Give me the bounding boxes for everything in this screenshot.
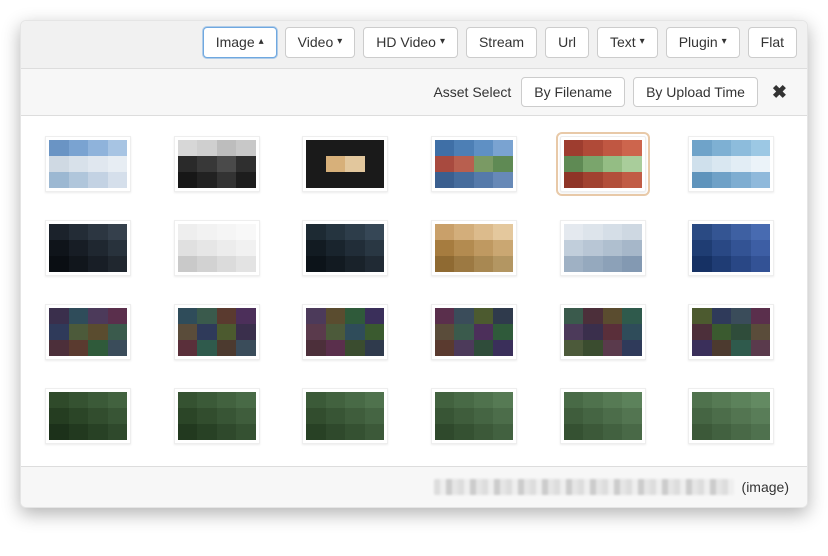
asset-thumbnail[interactable] <box>560 220 646 276</box>
tab-hd-video[interactable]: HD Video ▾ <box>363 27 458 58</box>
dialog-footer: (image) <box>21 466 807 507</box>
tab-label: Url <box>558 34 576 51</box>
close-icon[interactable]: ✖ <box>766 78 793 107</box>
asset-thumbnail[interactable] <box>302 136 388 192</box>
tab-label: Flat <box>761 34 784 51</box>
asset-thumbnail[interactable] <box>45 304 131 360</box>
caret-up-icon: ▴ <box>259 36 264 48</box>
tab-label: HD Video <box>376 34 436 51</box>
tab-image[interactable]: Image ▴ <box>203 27 277 58</box>
selected-type-suffix: (image) <box>742 479 789 495</box>
asset-thumbnail[interactable] <box>431 388 517 444</box>
asset-thumbnail[interactable] <box>560 136 646 192</box>
caret-down-icon: ▾ <box>440 36 445 48</box>
asset-thumbnail[interactable] <box>688 388 774 444</box>
tab-label: Text <box>610 34 636 51</box>
asset-thumbnail[interactable] <box>560 388 646 444</box>
sort-by-filename-button[interactable]: By Filename <box>521 77 625 107</box>
asset-dialog: Image▴Video▾HD Video▾StreamUrlText▾Plugi… <box>20 20 808 508</box>
asset-thumbnail[interactable] <box>688 304 774 360</box>
asset-thumbnail[interactable] <box>174 388 260 444</box>
tab-label: Image <box>216 34 255 51</box>
tab-plugin[interactable]: Plugin ▾ <box>666 27 740 58</box>
sort-bar: Asset Select By Filename By Upload Time … <box>21 69 807 116</box>
caret-down-icon: ▾ <box>640 36 645 48</box>
asset-thumbnail[interactable] <box>45 388 131 444</box>
asset-thumbnail[interactable] <box>302 304 388 360</box>
asset-thumbnail[interactable] <box>688 136 774 192</box>
asset-thumbnail[interactable] <box>431 220 517 276</box>
tab-flat[interactable]: Flat <box>748 27 797 58</box>
tab-label: Stream <box>479 34 524 51</box>
tab-stream[interactable]: Stream <box>466 27 537 58</box>
tab-video[interactable]: Video▾ <box>285 27 356 58</box>
tab-text[interactable]: Text ▾ <box>597 27 658 58</box>
selected-filename <box>434 479 734 495</box>
asset-thumbnail[interactable] <box>560 304 646 360</box>
asset-thumbnail[interactable] <box>174 220 260 276</box>
asset-thumbnail[interactable] <box>174 136 260 192</box>
tab-label: Plugin <box>679 34 718 51</box>
asset-thumbnail[interactable] <box>431 304 517 360</box>
asset-thumbnail[interactable] <box>174 304 260 360</box>
asset-grid <box>45 136 783 444</box>
caret-down-icon: ▾ <box>722 36 727 48</box>
asset-thumbnail[interactable] <box>688 220 774 276</box>
sort-by-upload-time-button[interactable]: By Upload Time <box>633 77 758 107</box>
asset-select-label: Asset Select <box>433 84 511 100</box>
asset-thumbnail[interactable] <box>302 388 388 444</box>
asset-thumbnail[interactable] <box>431 136 517 192</box>
media-type-tabs: Image▴Video▾HD Video▾StreamUrlText▾Plugi… <box>21 21 807 69</box>
asset-thumbnail[interactable] <box>45 136 131 192</box>
tab-url[interactable]: Url <box>545 27 589 58</box>
asset-grid-scroll[interactable] <box>21 116 807 466</box>
tab-label: Video <box>298 34 334 51</box>
asset-thumbnail[interactable] <box>302 220 388 276</box>
asset-thumbnail[interactable] <box>45 220 131 276</box>
caret-down-icon: ▾ <box>337 36 342 48</box>
